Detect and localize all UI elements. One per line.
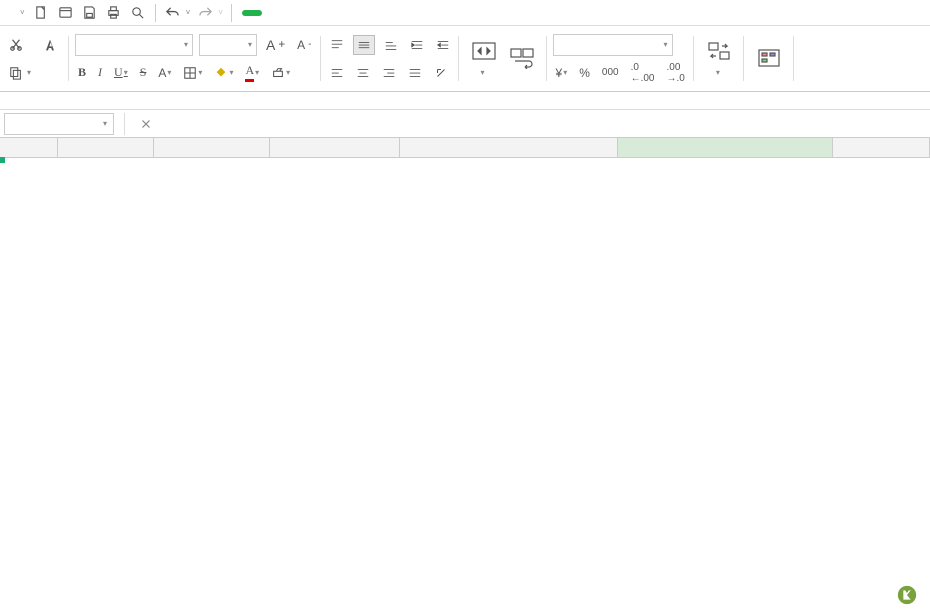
col-header-A[interactable]: [0, 138, 58, 157]
formula-bar: ▾: [0, 110, 930, 138]
copy-button[interactable]: ▾: [6, 64, 34, 82]
tab-smart-tools[interactable]: [408, 11, 424, 15]
col-header-E[interactable]: [400, 138, 618, 157]
file-dropdown-icon[interactable]: ˅: [20, 8, 25, 17]
align-center-button[interactable]: [353, 64, 373, 82]
font-group: ▾ ▾ A+ A- B I U▾ S A▾ ▾ ▾ A▾ ▾: [69, 30, 321, 87]
style-group: [744, 30, 794, 87]
undo-dropdown-icon[interactable]: ˅: [186, 8, 191, 17]
tab-start[interactable]: [242, 10, 262, 16]
menu-bar: ˅ ˅ ˅: [0, 0, 930, 26]
dec-decimal-button[interactable]: .00→.0: [663, 60, 687, 86]
qat-separator: [155, 4, 156, 22]
number-group: ▾ ¥▾ % 000 .0←.00 .00→.0: [547, 30, 694, 87]
bold-button[interactable]: B: [75, 63, 89, 82]
ribbon: ▾ ▾ ▾ A+ A- B I U▾ S A▾ ▾ ▾ A▾ ▾: [0, 26, 930, 92]
font-color-button[interactable]: A▾: [242, 61, 262, 84]
clear-fx-icon[interactable]: [139, 117, 153, 131]
align-middle-button[interactable]: [353, 35, 375, 55]
fill-color-button[interactable]: ▾: [211, 64, 236, 82]
fbar-separator: [124, 113, 125, 135]
cut-button[interactable]: [6, 36, 29, 54]
file-menu[interactable]: [4, 11, 20, 15]
formula-input[interactable]: [169, 116, 922, 131]
font-size-select[interactable]: ▾: [199, 34, 257, 56]
comma-button[interactable]: 000: [599, 65, 622, 80]
inc-decimal-button[interactable]: .0←.00: [628, 60, 658, 86]
merge-center-button[interactable]: ▾: [465, 38, 503, 80]
font-name-select[interactable]: ▾: [75, 34, 193, 56]
name-box[interactable]: ▾: [4, 113, 114, 135]
type-convert-button[interactable]: ▾: [700, 30, 738, 87]
save-icon[interactable]: [81, 4, 99, 22]
tab-view[interactable]: [354, 11, 370, 15]
col-header-F[interactable]: [618, 138, 833, 157]
increase-font-button[interactable]: A+: [263, 35, 288, 55]
fx-area: [131, 116, 930, 131]
redo-icon[interactable]: [196, 4, 214, 22]
spreadsheet-grid: [0, 138, 930, 158]
blank-strip: [0, 92, 930, 110]
tab-formula[interactable]: [300, 11, 316, 15]
tab-finance-tools[interactable]: [426, 11, 442, 15]
tab-dev-tools[interactable]: [372, 11, 388, 15]
indent-dec-button[interactable]: [407, 36, 427, 54]
print-icon[interactable]: [105, 4, 123, 22]
percent-button[interactable]: %: [576, 64, 593, 82]
clear-format-button[interactable]: ▾: [268, 64, 293, 82]
col-header-B[interactable]: [58, 138, 154, 157]
underline-button[interactable]: U▾: [111, 63, 131, 82]
undo-icon[interactable]: [164, 4, 182, 22]
col-header-G[interactable]: [833, 138, 930, 157]
quick-access-toolbar: ˅ ˅: [27, 4, 240, 22]
italic-button[interactable]: I: [95, 63, 105, 82]
selection-rectangle: [0, 158, 4, 162]
merge-group: ▾: [459, 30, 547, 87]
align-left-button[interactable]: [327, 64, 347, 82]
tab-page-layout[interactable]: [282, 11, 298, 15]
tab-member[interactable]: [390, 11, 406, 15]
tab-insert[interactable]: [264, 11, 280, 15]
decrease-font-button[interactable]: A-: [294, 36, 314, 54]
new-icon[interactable]: [33, 4, 51, 22]
justify-button[interactable]: [405, 64, 425, 82]
clipboard-group: ▾: [0, 30, 69, 87]
col-header-C[interactable]: [154, 138, 270, 157]
type-convert-group: ▾: [694, 30, 744, 87]
format-painter-button[interactable]: [40, 71, 46, 75]
strike-button[interactable]: S: [137, 63, 150, 82]
number-format-select[interactable]: ▾: [553, 34, 673, 56]
watermark: [896, 584, 922, 606]
orientation-button[interactable]: [431, 64, 451, 82]
tab-data[interactable]: [318, 11, 334, 15]
preview-icon[interactable]: [129, 4, 147, 22]
align-bottom-button[interactable]: [381, 36, 401, 54]
font-inc-button[interactable]: [41, 35, 63, 55]
currency-button[interactable]: ¥▾: [553, 64, 571, 82]
align-top-button[interactable]: [327, 36, 347, 54]
wrap-text-button[interactable]: [503, 45, 541, 73]
conditional-format-button[interactable]: [750, 30, 788, 87]
text-effect-button[interactable]: A▾: [155, 64, 174, 82]
watermark-icon: [896, 584, 918, 606]
column-headers: [0, 138, 930, 158]
col-header-D[interactable]: [270, 138, 400, 157]
namebox-dropdown-icon[interactable]: ▾: [103, 119, 107, 128]
redo-dropdown-icon[interactable]: ˅: [218, 8, 223, 17]
tab-review[interactable]: [336, 11, 352, 15]
align-right-button[interactable]: [379, 64, 399, 82]
border-button[interactable]: ▾: [180, 64, 205, 82]
open-icon[interactable]: [57, 4, 75, 22]
align-group: [321, 30, 459, 87]
qat-separator: [231, 4, 232, 22]
indent-inc-button[interactable]: [433, 36, 453, 54]
